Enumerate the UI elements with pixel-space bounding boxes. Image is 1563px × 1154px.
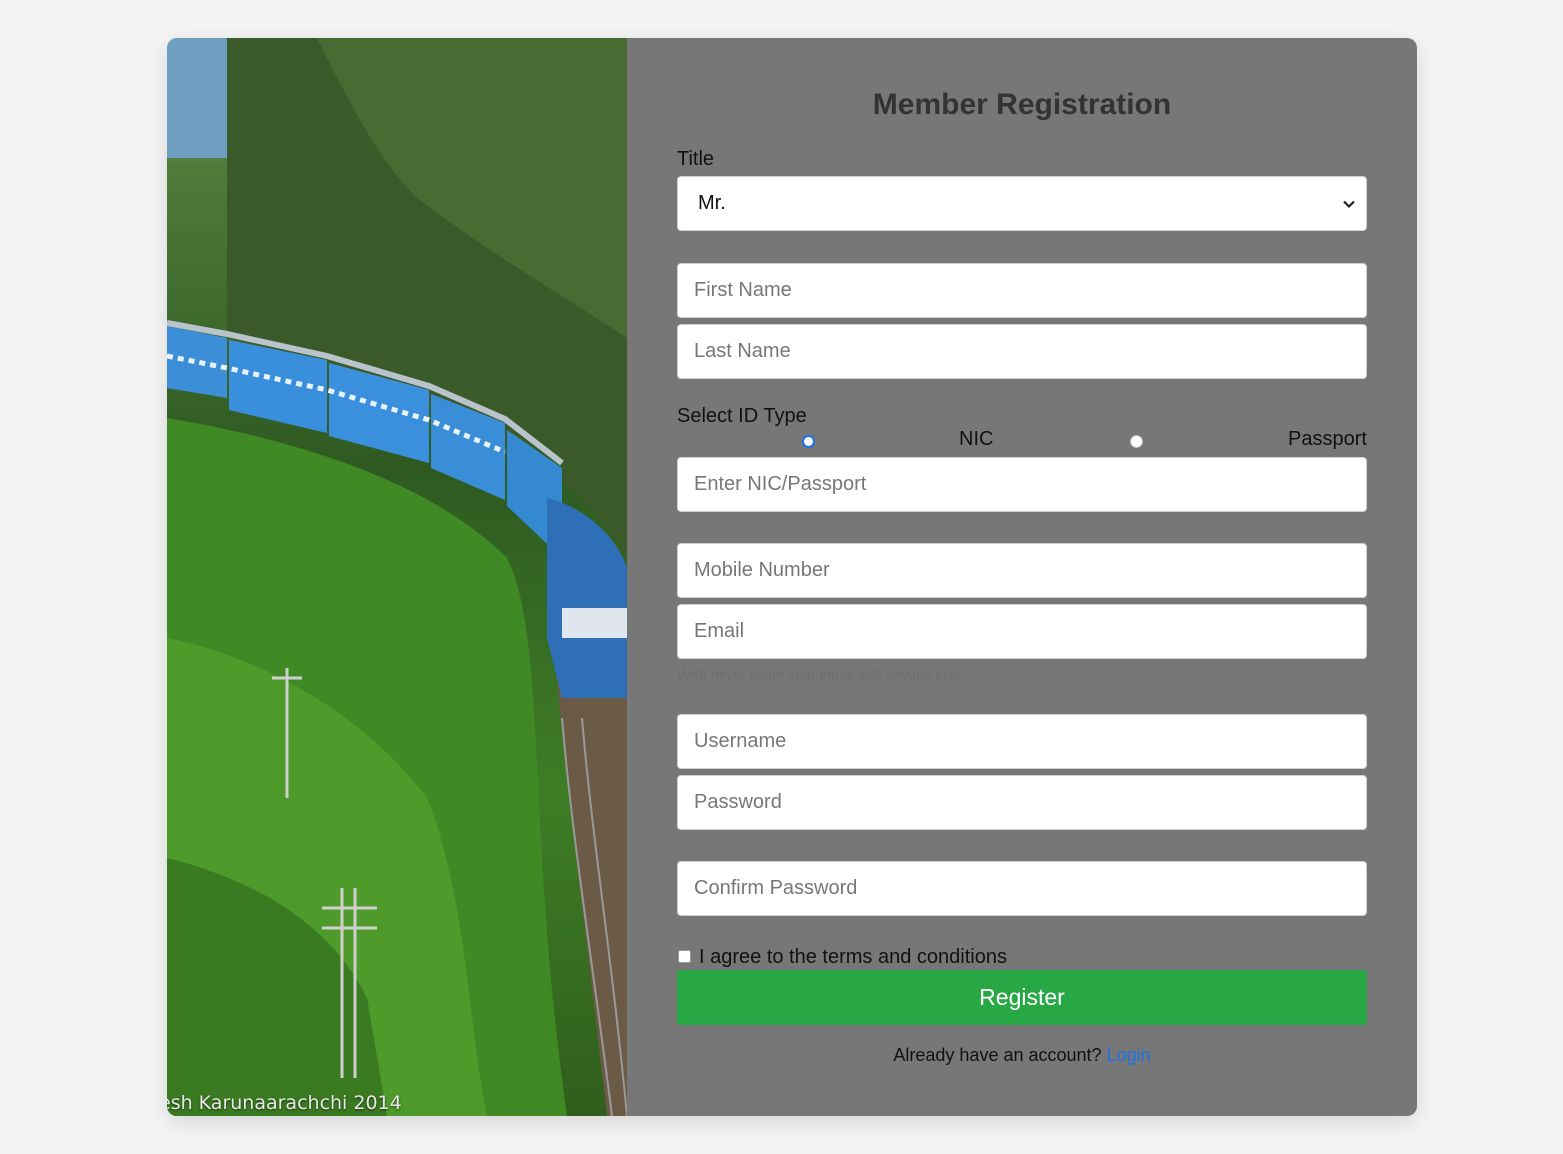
agree-checkbox[interactable] bbox=[678, 950, 691, 963]
title-select-value: Mr. bbox=[698, 192, 726, 214]
photo-credit: esh Karunaarachchi 2014 bbox=[167, 1092, 402, 1114]
radio-nic-label: NIC bbox=[959, 428, 994, 450]
register-button[interactable]: Register bbox=[677, 970, 1367, 1025]
email-input[interactable]: Email bbox=[677, 604, 1367, 659]
last-name-input[interactable]: Last Name bbox=[677, 324, 1367, 379]
radio-passport-label: Passport bbox=[1288, 428, 1367, 450]
title-label: Title bbox=[677, 148, 715, 170]
first-name-input[interactable]: First Name bbox=[677, 263, 1367, 318]
password-input[interactable]: Password bbox=[677, 775, 1367, 830]
train-scenery-image bbox=[167, 38, 627, 1116]
chevron-down-icon bbox=[1343, 200, 1355, 209]
page-title: Member Registration bbox=[872, 88, 1172, 121]
footer-text: Already have an account? bbox=[893, 1045, 1102, 1065]
username-input[interactable]: Username bbox=[677, 714, 1367, 769]
title-select[interactable]: Mr. bbox=[677, 176, 1367, 231]
id-type-label: Select ID Type bbox=[677, 405, 807, 427]
radio-passport[interactable] bbox=[1130, 435, 1143, 448]
agree-label: I agree to the terms and conditions bbox=[699, 946, 1007, 968]
id-number-input[interactable]: Enter NIC/Passport bbox=[677, 457, 1367, 512]
login-footer: Already have an account? Login bbox=[677, 1045, 1367, 1066]
confirm-password-input[interactable]: Confirm Password bbox=[677, 861, 1367, 916]
radio-nic[interactable] bbox=[802, 435, 815, 448]
registration-form-panel: Member Registration Title Mr. First Name… bbox=[627, 38, 1417, 1116]
email-hint: We'll never share your email with anyone… bbox=[677, 666, 965, 682]
mobile-number-input[interactable]: Mobile Number bbox=[677, 543, 1367, 598]
login-link[interactable]: Login bbox=[1107, 1045, 1151, 1065]
registration-card: esh Karunaarachchi 2014 Member Registrat… bbox=[167, 38, 1417, 1116]
train-photo: esh Karunaarachchi 2014 bbox=[167, 38, 627, 1116]
